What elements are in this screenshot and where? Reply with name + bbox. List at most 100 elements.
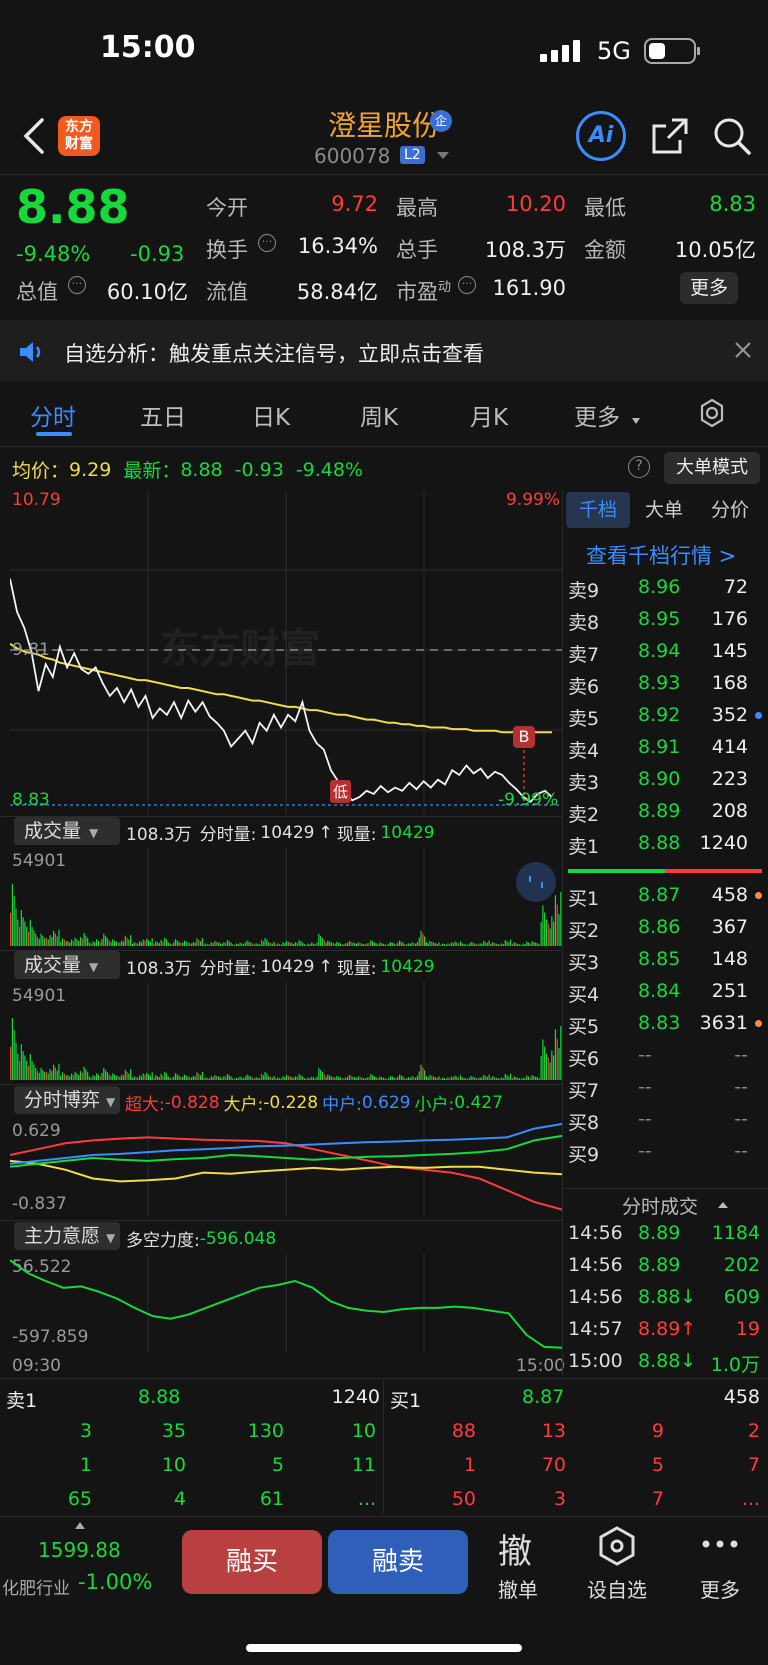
add-watchlist-label[interactable]: 设自选: [582, 1574, 652, 1603]
sector-name[interactable]: 化肥行业: [2, 1574, 70, 1599]
tick-row[interactable]: 14:56 8.88↓ 609: [566, 1282, 762, 1314]
volume-bar: [370, 940, 372, 946]
ask-row[interactable]: 卖7 8.94 145: [566, 636, 762, 668]
close-icon[interactable]: [734, 341, 752, 363]
volume-indicator-select[interactable]: 成交量 ▼: [14, 817, 120, 845]
margin-sell-button[interactable]: 融卖: [328, 1530, 468, 1594]
volume-bar: [352, 1076, 354, 1080]
add-watchlist-icon[interactable]: [598, 1526, 636, 1570]
volume-bar: [388, 1077, 390, 1080]
tick-row[interactable]: 15:00 8.88↓ 1.0万: [566, 1346, 762, 1378]
cancel-order-label[interactable]: 撤单: [488, 1574, 548, 1603]
volume-bar: [427, 943, 429, 946]
level2-badge[interactable]: L2: [400, 146, 425, 164]
ask-row[interactable]: 卖2 8.89 208: [566, 796, 762, 828]
notice-bar[interactable]: 自选分析：触发重点关注信号，立即点击查看: [0, 320, 768, 382]
sector-index-value[interactable]: 1599.88: [38, 1538, 121, 1562]
tab-monthly-k[interactable]: 月K: [470, 398, 508, 432]
volume-bar: [325, 942, 327, 946]
volume-bar: [436, 1077, 438, 1080]
depth-tabs: 千档 大单 分价: [566, 492, 764, 528]
volume-bar: [137, 943, 139, 946]
tab-five-day[interactable]: 五日: [140, 398, 186, 432]
volume-bar: [339, 1077, 341, 1080]
sector-pct[interactable]: -1.00%: [78, 1570, 152, 1594]
volume-bar: [56, 936, 58, 946]
game-indicator-select[interactable]: 分时博弈 ▼: [14, 1086, 120, 1114]
search-icon[interactable]: [712, 116, 752, 160]
tick-row[interactable]: 14:57 8.89↑ 19: [566, 1314, 762, 1346]
volume-bar: [273, 1075, 275, 1080]
ask-row[interactable]: 卖4 8.91 414: [566, 732, 762, 764]
depth-price: 8.95: [638, 608, 681, 630]
volume-bar: [225, 942, 227, 946]
info-icon[interactable]: ···: [68, 276, 86, 294]
big-order-mode-button[interactable]: 大单模式: [664, 452, 760, 484]
settings-gear-icon[interactable]: [697, 398, 727, 432]
volume-bar: [17, 919, 19, 946]
volume-bar: [251, 943, 254, 946]
volume-bar: [264, 937, 266, 946]
volume-bar: [15, 908, 17, 946]
volume-bar: [545, 1053, 548, 1080]
volume-bar: [547, 923, 549, 946]
bid-row[interactable]: 买9 -- --: [566, 1136, 762, 1168]
ai-button[interactable]: Ai: [576, 111, 626, 161]
bid-row[interactable]: 买6 -- --: [566, 1040, 762, 1072]
tab-daily-k[interactable]: 日K: [252, 398, 290, 432]
ask-row[interactable]: 卖9 8.96 72: [566, 572, 762, 604]
tab-intraday[interactable]: 分时: [30, 398, 76, 432]
more-dots-icon[interactable]: [700, 1534, 740, 1558]
depth-volume: 148: [711, 948, 748, 970]
ask-row[interactable]: 卖3 8.90 223: [566, 764, 762, 796]
intent-indicator-select[interactable]: 主力意愿 ▼: [14, 1222, 120, 1250]
bid-row[interactable]: 买4 8.84 251: [566, 976, 762, 1008]
bid-row[interactable]: 买3 8.85 148: [566, 944, 762, 976]
tab-weekly-k[interactable]: 周K: [360, 398, 398, 432]
info-icon[interactable]: ···: [458, 276, 476, 294]
bid-row[interactable]: 买1 8.87 458: [566, 880, 762, 912]
margin-buy-button[interactable]: 融买: [182, 1530, 322, 1594]
volume-bar: [121, 1074, 123, 1080]
ticks-title[interactable]: 分时成交: [622, 1192, 698, 1219]
volume-bar: [228, 941, 230, 946]
tick-row[interactable]: 14:56 8.89 1184: [566, 1218, 762, 1250]
volume-bar: [355, 943, 358, 946]
share-icon[interactable]: [650, 116, 690, 160]
volume-indicator-select-2[interactable]: 成交量 ▼: [14, 951, 120, 979]
more-quote-button[interactable]: 更多: [680, 272, 738, 304]
ask-row[interactable]: 卖1 8.88 1240: [566, 828, 762, 860]
volume-bar: [409, 943, 411, 946]
volume-bar: [92, 941, 94, 946]
depth-tab-price[interactable]: 分价: [698, 492, 762, 528]
cancel-order-icon[interactable]: 撤: [498, 1524, 532, 1573]
tick-row[interactable]: 14:56 8.89 202: [566, 1250, 762, 1282]
buy-marker[interactable]: B: [513, 726, 535, 748]
depth-tab-big-order[interactable]: 大单: [632, 492, 696, 528]
bid-row[interactable]: 买5 8.83 3631: [566, 1008, 762, 1040]
volume-bar: [553, 1055, 555, 1080]
network-label: 5G: [597, 37, 631, 65]
thousand-depth-link[interactable]: 查看千档行情 >: [586, 540, 736, 570]
volume-bar: [226, 940, 229, 946]
help-icon[interactable]: ?: [628, 456, 650, 478]
ask-row[interactable]: 卖8 8.95 176: [566, 604, 762, 636]
volume-bar: [524, 944, 526, 946]
depth-tab-thousand[interactable]: 千档: [566, 492, 630, 528]
volume-bar: [307, 1077, 309, 1080]
info-icon[interactable]: ···: [258, 234, 276, 252]
ask-row[interactable]: 卖5 8.92 352: [566, 700, 762, 732]
ask-row[interactable]: 卖6 8.93 168: [566, 668, 762, 700]
volume-bar: [69, 942, 71, 946]
bid-row[interactable]: 买7 -- --: [566, 1072, 762, 1104]
more-label[interactable]: 更多: [690, 1574, 750, 1603]
volume-bar: [461, 1077, 463, 1080]
dropdown-icon[interactable]: [437, 152, 449, 159]
volume-bar: [522, 943, 524, 946]
bid-row[interactable]: 买8 -- --: [566, 1104, 762, 1136]
volume-bar: [502, 943, 505, 946]
tab-more[interactable]: 更多: [574, 398, 620, 432]
notice-text[interactable]: 自选分析：触发重点关注信号，立即点击查看: [64, 338, 484, 368]
expand-icon[interactable]: [516, 862, 556, 902]
bid-row[interactable]: 买2 8.86 367: [566, 912, 762, 944]
